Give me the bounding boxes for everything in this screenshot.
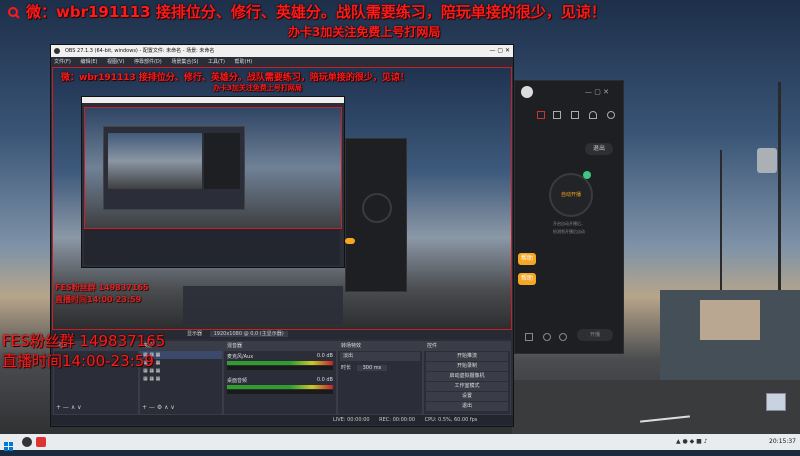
overlay-top-line: 微：wbr191113 接排位分、修行、英雄分。战队需要练习，陪玩单接的很少，见… [26,3,606,21]
preview-overlay-top: 微：wbr191113 接排位分、修行、英雄分。战队需要练习，陪玩单接的很少，见… [61,73,409,83]
exit-button[interactable]: 退出 [426,402,508,411]
start-streaming-button[interactable]: 开始推流 [426,352,508,361]
recycle-bin-icon[interactable] [766,393,786,411]
nested-help-btn [345,238,355,244]
house-wall [700,300,760,340]
controls-header: 控件 [424,342,510,351]
app-logo-icon [521,86,533,98]
gear-icon[interactable] [559,333,567,341]
bell-icon[interactable] [589,111,597,119]
virtual-camera-button[interactable]: 启动虚拟摄像机 [426,372,508,381]
desc-line-2: 检测到开播后自动 [553,229,585,234]
settings-button[interactable]: 设置 [426,392,508,401]
transition-select[interactable]: 淡出 [340,352,420,361]
obs-logo-icon [54,48,60,54]
start-recording-button[interactable]: 开始录制 [426,362,508,371]
menu-edit[interactable]: 编辑(E) [80,59,97,65]
duration-label: 时长 [341,365,352,371]
menu-help[interactable]: 帮助(H) [235,59,253,65]
search-icon [8,4,20,19]
toolbar-display-label: 显示器 [187,331,203,337]
app-taskbar-icon[interactable] [36,437,46,447]
mixer-panel: 混音器 麦克风/Aux 0.0 dB 桌面音频 0.0 dB [223,341,337,415]
nested-nested-app [204,133,240,189]
scenes-controls[interactable]: + — ∧ ∨ [56,404,82,411]
preview-schedule: 直播时间14:00-23:59 [55,295,142,304]
mixer-track: 桌面音频 0.0 dB [224,371,336,384]
help-button-2[interactable]: 帮助 [518,273,536,285]
auto-broadcast-circle[interactable]: 自动开播 [549,173,593,217]
audio-fader[interactable] [227,366,333,370]
mixer-track: 麦克风/Aux 0.0 dB [224,351,336,360]
mixer-track-name: 桌面音频 [227,378,248,384]
preview-overlay-sub: 办卡3加关注免费上号打网局 [213,84,302,92]
duration-input[interactable]: 300 ms [356,365,388,371]
help-button-1[interactable]: 帮助 [518,253,536,265]
nested-helper-app [345,138,407,292]
tray-icons[interactable]: ▲ ● ◆ ■ ♪ [676,438,708,445]
record-icon[interactable] [543,333,551,341]
source-item[interactable]: ▦ ▦ ▦ [140,375,222,383]
window-controls[interactable]: — ▢ ✕ [489,45,510,57]
mixer-track-db: 0.0 dB [316,353,333,359]
screen-icon[interactable] [525,333,533,341]
status-dot [583,171,591,179]
desc-line-1: 开启自动开播后， [553,221,585,226]
obs-statusbar: LIVE: 00:00:00 REC: 00:00:00 CPU: 0.5%, … [51,415,513,425]
status-rec: REC: 00:00:00 [379,417,416,423]
studio-mode-button[interactable]: 工作室模式 [426,382,508,391]
taskbar: ▲ ● ◆ ■ ♪ 20:15:37 [0,434,800,451]
duration-row: 时长 300 ms [338,362,422,373]
nested-nested-obs [103,126,245,210]
audio-meter [227,361,333,365]
nested-preview [84,107,342,229]
box-icon[interactable] [571,111,579,119]
sources-controls[interactable]: + — ⚙ ∧ ∨ [142,404,175,411]
status-live: LIVE: 00:00:00 [333,417,370,423]
obs-title: OBS 27.1.3 (64-bit, windows) - 配置文件: 未命名… [65,48,215,54]
menu-view[interactable]: 视图(V) [107,59,124,65]
obs-preview[interactable]: 微：wbr191113 接排位分、修行、英雄分。战队需要练习，陪玩单接的很少，见… [52,67,512,330]
window-controls[interactable]: — ▢ ✕ [585,88,609,96]
circle-label: 自动开播 [560,192,581,198]
menu-tools[interactable]: 工具(T) [208,59,225,65]
controls-panel: 控件 开始推流 开始录制 启动虚拟摄像机 工作室模式 设置 退出 [423,341,511,415]
gift-icon[interactable] [537,111,545,119]
nested-obs-window [81,96,345,268]
start-broadcast-button[interactable]: 开播 [577,329,613,341]
nested-circle [362,193,392,223]
mixer-track-db: 0.0 dB [316,377,333,383]
obs-titlebar: OBS 27.1.3 (64-bit, windows) - 配置文件: 未命名… [51,45,513,57]
transitions-header: 转场特效 [338,342,422,351]
overlay-schedule: 直播时间14:00-23:59 [2,352,154,370]
audio-meter [227,385,333,389]
obs-menubar: 文件(F) 编辑(E) 视图(V) 停靠部件(D) 场景集合(S) 工具(T) … [51,57,513,67]
shirt-icon[interactable] [553,111,561,119]
audio-fader[interactable] [227,390,333,394]
menu-scene-collection[interactable]: 场景集合(S) [171,59,198,65]
obs-taskbar-icon[interactable] [22,437,32,447]
overlay-sub-line: 办卡3加关注免费上号打网局 [288,25,441,39]
nested-dock-panels [84,229,340,265]
road [512,380,800,434]
end-button[interactable]: 退出 [585,143,613,155]
taskbar-clock[interactable]: 20:15:37 [769,438,796,445]
start-menu-icon[interactable] [4,437,14,451]
menu-file[interactable]: 文件(F) [54,59,71,65]
streaming-helper-app: — ▢ ✕ 退出 自动开播 开启自动开播后， 检测到开播后自动 帮助 帮助 开播 [514,80,624,354]
overlay-fes-group: FES粉丝群 149837165 [2,332,166,350]
mixer-track-name: 麦克风/Aux [227,354,254,360]
nested-titlebar [82,97,344,103]
preview-fes: FES粉丝群 149837165 [55,283,149,292]
transitions-panel: 转场特效 淡出 时长 300 ms [337,341,423,415]
menu-docks[interactable]: 停靠部件(D) [134,59,162,65]
toolbar-display-select[interactable]: 1920x1080 @ 0,0 (主显示器) [209,331,288,337]
nested-mixer-area [183,286,343,324]
transformer [757,148,777,173]
settings-icon[interactable] [607,111,615,119]
status-cpu: CPU: 0.5%, 60.00 fps [424,417,478,423]
nested-nested-preview [108,133,202,189]
mixer-header: 混音器 [224,342,336,351]
